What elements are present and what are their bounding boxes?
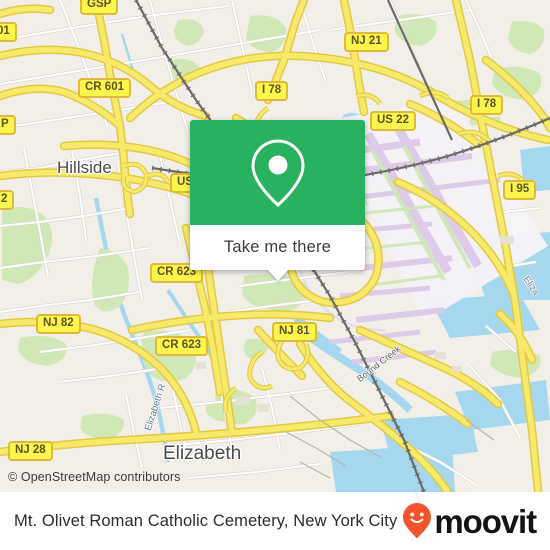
moovit-brand: moovit xyxy=(402,502,537,540)
shield-nj-28: NJ 28 xyxy=(8,441,53,461)
shield-us-22: US 22 xyxy=(370,111,416,131)
place-label-elizabeth: Elizabeth xyxy=(163,443,242,464)
card-marker-area xyxy=(190,120,365,225)
map-pin-icon xyxy=(250,138,305,207)
shield-gsp-top: GSP xyxy=(80,0,119,15)
shield-cr-601: CR 601 xyxy=(78,78,131,98)
shield-nj-82: NJ 82 xyxy=(36,314,81,334)
take-me-there-card[interactable]: Take me there xyxy=(190,120,365,281)
shield-nj-21: NJ 21 xyxy=(344,32,389,52)
card-pointer-tail xyxy=(266,269,289,281)
map-attribution: © OpenStreetMap contributors xyxy=(8,470,181,484)
moovit-wordmark: moovit xyxy=(434,502,537,540)
shield-cr-623-lower: CR 623 xyxy=(155,336,208,356)
shield-nj-81: NJ 81 xyxy=(272,322,317,342)
footer-content: Mt. Olivet Roman Catholic Cemetery, New … xyxy=(0,492,550,550)
location-title: Mt. Olivet Roman Catholic Cemetery, New … xyxy=(14,511,398,530)
shield-partial-left-top: 01 xyxy=(0,22,17,42)
shield-i-95: I 95 xyxy=(503,180,537,200)
take-me-there-button[interactable]: Take me there xyxy=(190,225,365,270)
moovit-map-screenshot: © OpenStreetMap contributors GSP 01 CR 601… xyxy=(0,0,550,550)
shield-partial-left-p: P xyxy=(0,115,16,135)
shield-partial-left-2: 2 xyxy=(0,190,15,210)
place-label-hillside: Hillside xyxy=(57,158,112,177)
shield-i-78-left: I 78 xyxy=(255,81,289,101)
shield-i-78-right: I 78 xyxy=(470,95,504,115)
footer-bar: Mt. Olivet Roman Catholic Cemetery, New … xyxy=(0,492,550,550)
moovit-smiley-pin-icon xyxy=(403,503,432,539)
